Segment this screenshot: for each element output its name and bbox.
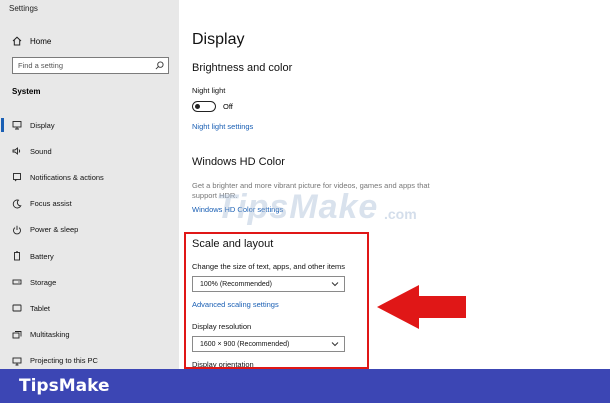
tablet-icon xyxy=(12,303,22,313)
watermark-tld: .com xyxy=(384,206,417,222)
home-nav-item[interactable]: Home xyxy=(12,34,51,48)
highlight-box xyxy=(184,232,369,369)
sidebar-item-projecting[interactable]: Projecting to this PC xyxy=(0,348,179,369)
search-icon xyxy=(155,61,164,70)
home-label: Home xyxy=(30,36,52,46)
battery-icon xyxy=(12,251,22,261)
section-label-system: System xyxy=(12,87,41,96)
sidebar-item-label: Sound xyxy=(30,146,52,156)
toggle-knob xyxy=(195,103,200,109)
watermark-logo: TipsMake xyxy=(216,188,379,226)
sidebar-item-label: Projecting to this PC xyxy=(30,356,98,366)
moon-icon xyxy=(12,199,22,209)
search-input[interactable]: Find a setting xyxy=(12,57,169,74)
night-light-toggle[interactable] xyxy=(192,101,216,112)
display-icon xyxy=(12,120,22,130)
sidebar-item-label: Multitasking xyxy=(30,330,70,340)
sidebar-item-label: Focus assist xyxy=(30,199,72,209)
sidebar-item-power-sleep[interactable]: Power & sleep xyxy=(0,217,179,243)
sidebar-item-focus-assist[interactable]: Focus assist xyxy=(0,191,179,217)
search-placeholder: Find a setting xyxy=(18,61,64,70)
sidebar-item-label: Display xyxy=(30,120,55,130)
sidebar-item-storage[interactable]: Storage xyxy=(0,269,179,295)
power-icon xyxy=(12,225,22,235)
sidebar-item-sound[interactable]: Sound xyxy=(0,138,179,164)
sidebar-item-label: Storage xyxy=(30,277,57,287)
night-light-settings-link[interactable]: Night light settings xyxy=(192,122,253,131)
sidebar-item-label: Power & sleep xyxy=(30,225,79,235)
brightness-heading: Brightness and color xyxy=(192,62,293,74)
sidebar: Settings Home Find a setting System Disp… xyxy=(0,0,179,369)
night-light-label: Night light xyxy=(192,86,226,95)
sidebar-item-battery[interactable]: Battery xyxy=(0,243,179,269)
multitasking-icon xyxy=(12,330,22,340)
night-light-state: Off xyxy=(223,102,233,111)
notifications-icon xyxy=(12,172,22,182)
home-icon xyxy=(12,36,22,46)
sidebar-item-multitasking[interactable]: Multitasking xyxy=(0,322,179,348)
sidebar-item-display[interactable]: Display xyxy=(0,112,179,138)
sidebar-item-label: Notifications & actions xyxy=(30,172,104,182)
projecting-icon xyxy=(12,356,22,366)
settings-window: Settings Home Find a setting System Disp… xyxy=(0,0,610,369)
red-arrow-icon xyxy=(377,285,466,329)
window-title: Settings xyxy=(9,4,38,13)
storage-icon xyxy=(12,277,22,287)
page-title: Display xyxy=(192,31,245,48)
sidebar-item-label: Battery xyxy=(30,251,54,261)
sidebar-item-notifications[interactable]: Notifications & actions xyxy=(0,164,179,190)
sidebar-item-tablet[interactable]: Tablet xyxy=(0,295,179,321)
hd-color-heading: Windows HD Color xyxy=(192,156,285,168)
brand-logo: TipsMake xyxy=(19,376,110,396)
sidebar-nav: Display Sound Notifications & actions Fo… xyxy=(0,112,179,369)
sidebar-item-label: Tablet xyxy=(30,303,51,313)
sound-icon xyxy=(12,146,22,156)
